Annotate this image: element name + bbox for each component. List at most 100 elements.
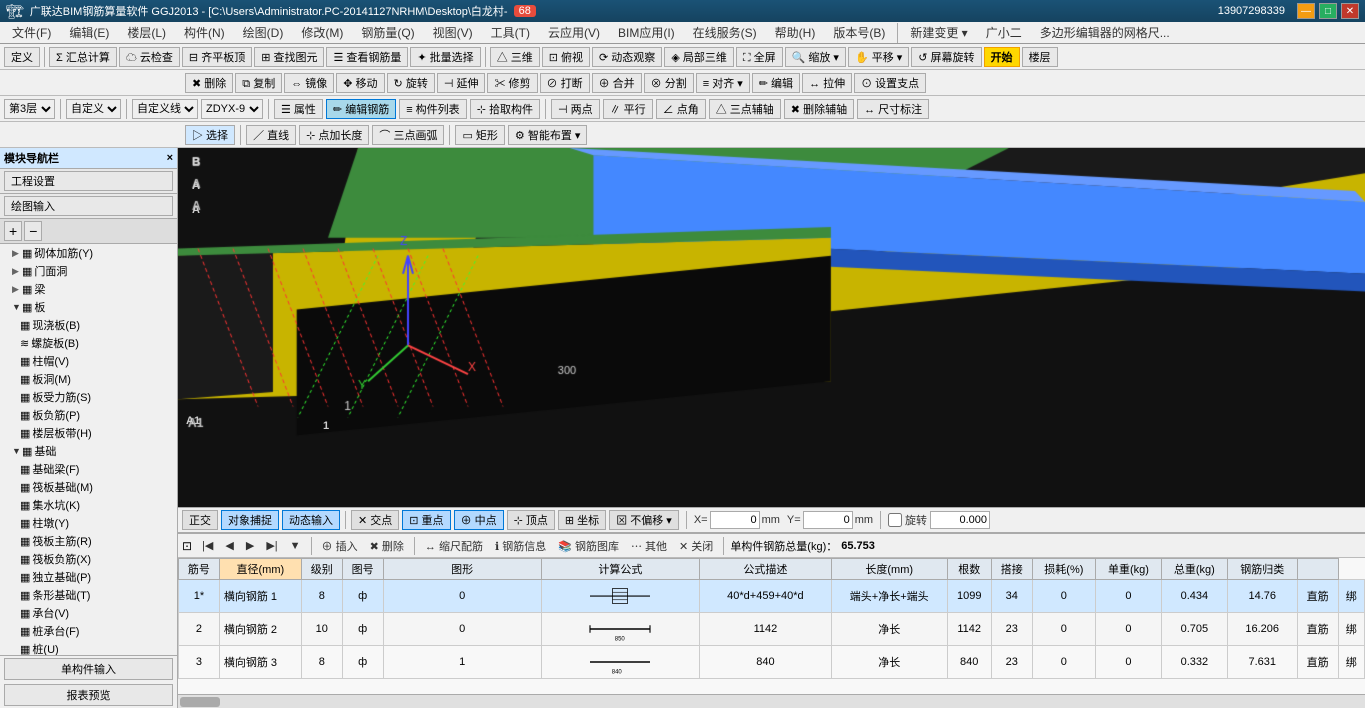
tree-item-column-cap[interactable]: ▦ 柱帽(V)	[16, 352, 177, 370]
tree-item-slab[interactable]: ▼ ▦ 板	[8, 298, 177, 316]
tree-item-raft[interactable]: ▦ 筏板基础(M)	[16, 478, 177, 496]
viewport[interactable]: B A A A1 1	[178, 148, 1365, 507]
tree-item-slab-hole[interactable]: ▦ 板洞(M)	[16, 370, 177, 388]
btn-fullscreen[interactable]: ⛶ 全屏	[736, 47, 783, 67]
menu-bim[interactable]: BIM应用(I)	[610, 22, 683, 43]
btn-nav-down[interactable]: ▼	[286, 539, 305, 553]
btn-flat-top[interactable]: ⊟ 齐平板顶	[182, 47, 252, 67]
menu-guide[interactable]: 广小二	[978, 22, 1030, 43]
snap-btn-no-offset[interactable]: ⊠ 不偏移 ▾	[609, 510, 679, 530]
btn-rebar-info[interactable]: ℹ 钢筋信息	[491, 537, 550, 555]
btn-copy[interactable]: ⧉ 复制	[235, 73, 282, 93]
menu-rebar[interactable]: 钢筋量(Q)	[353, 22, 422, 43]
hscrollbar[interactable]	[178, 694, 1365, 708]
btn-rebar-library[interactable]: 📚 钢筋图库	[554, 537, 623, 555]
sidebar-collapse-btn[interactable]: ×	[167, 152, 173, 164]
btn-define[interactable]: 定义	[4, 47, 40, 67]
code-selector[interactable]: ZDYX-9	[201, 99, 263, 119]
btn-project-settings[interactable]: 工程设置	[4, 171, 173, 191]
btn-cloud-check[interactable]: ☁ 云检查	[119, 47, 180, 67]
btn-close-rebar[interactable]: ✕ 关闭	[675, 537, 717, 555]
line-selector[interactable]: 自定义线	[132, 99, 198, 119]
btn-nav-first[interactable]: |◀	[198, 538, 217, 553]
snap-btn-object[interactable]: 对象捕捉	[221, 510, 279, 530]
tree-item-raft-main[interactable]: ▦ 筏板主筋(R)	[16, 532, 177, 550]
btn-report-preview[interactable]: 报表预览	[4, 684, 173, 706]
tree-item-found-beam[interactable]: ▦ 基础梁(F)	[16, 460, 177, 478]
menu-component[interactable]: 构件(N)	[176, 22, 233, 43]
btn-three-arc[interactable]: ⌒ 三点画弧	[372, 125, 444, 145]
btn-rect[interactable]: ▭ 矩形	[455, 125, 504, 145]
btn-start[interactable]: 开始	[984, 47, 1020, 67]
btn-edit-rebar[interactable]: ✏ 编辑钢筋	[326, 99, 396, 119]
btn-extend[interactable]: ⊣ 延伸	[437, 73, 486, 93]
btn-floor[interactable]: 楼层	[1022, 47, 1058, 67]
btn-batch-select[interactable]: ✦ 批量选择	[410, 47, 480, 67]
btn-nav-next[interactable]: ▶	[242, 538, 258, 553]
btn-scale-rebar[interactable]: ↔ 缩尺配筋	[421, 537, 487, 555]
menu-version[interactable]: 版本号(B)	[825, 22, 893, 43]
menu-grid-editor[interactable]: 多边形编辑器的网格尺...	[1032, 22, 1178, 43]
table-row[interactable]: 1* 横向钢筋 1 8 ф 0	[179, 580, 1365, 613]
snap-btn-center[interactable]: ⊕ 中点	[454, 510, 504, 530]
btn-find-element[interactable]: ⊞ 查找图元	[254, 47, 324, 67]
x-input[interactable]	[710, 511, 760, 529]
menu-draw[interactable]: 绘图(D)	[235, 22, 292, 43]
menu-view[interactable]: 视图(V)	[425, 22, 481, 43]
floor-selector[interactable]: 第3层	[4, 99, 55, 119]
tree-item-strip[interactable]: ▦ 条形基础(T)	[16, 586, 177, 604]
btn-parallel[interactable]: ∥ 平行	[603, 99, 653, 119]
menu-file[interactable]: 文件(F)	[4, 22, 59, 43]
tree-item-masonry[interactable]: ▶ ▦ 砌体加筋(Y)	[8, 244, 177, 262]
tree-item-slab-tension[interactable]: ▦ 板受力筋(S)	[16, 388, 177, 406]
btn-smart-place[interactable]: ⚙ 智能布置 ▾	[508, 125, 588, 145]
rebar-table-wrap[interactable]: 筋号 直径(mm) 级别 图号 图形 计算公式 公式描述 长度(mm) 根数 搭…	[178, 558, 1365, 694]
tree-item-pile[interactable]: ▦ 桩(U)	[16, 640, 177, 655]
btn-align[interactable]: ≡ 对齐 ▾	[696, 73, 750, 93]
snap-btn-vertex[interactable]: ⊹ 顶点	[507, 510, 555, 530]
btn-point-length[interactable]: ⊹ 点加长度	[299, 125, 369, 145]
btn-stretch[interactable]: ↔ 拉伸	[802, 73, 852, 93]
btn-merge[interactable]: ⊕ 合并	[592, 73, 642, 93]
table-row[interactable]: 2 横向钢筋 2 10 ф 0	[179, 613, 1365, 646]
btn-single-component[interactable]: 单构件输入	[4, 658, 173, 680]
btn-local-3d[interactable]: ◈ 局部三维	[664, 47, 734, 67]
menu-cloud[interactable]: 云应用(V)	[540, 22, 608, 43]
btn-line[interactable]: ／ 直线	[246, 125, 296, 145]
tree-item-pit[interactable]: ▦ 集水坑(K)	[16, 496, 177, 514]
menu-edit[interactable]: 编辑(E)	[61, 22, 117, 43]
menu-help[interactable]: 帮助(H)	[767, 22, 824, 43]
btn-add-component[interactable]: +	[4, 221, 22, 241]
btn-edit-prop[interactable]: ✏ 编辑	[752, 73, 800, 93]
tree-item-cast-slab[interactable]: ▦ 现浇板(B)	[16, 316, 177, 334]
y-input[interactable]	[803, 511, 853, 529]
btn-pick-component[interactable]: ⊹ 拾取构件	[470, 99, 540, 119]
btn-properties[interactable]: ☰ 属性	[274, 99, 323, 119]
btn-screen-rotate[interactable]: ↺ 屏幕旋转	[911, 47, 981, 67]
tree-item-slab-neg[interactable]: ▦ 板负筋(P)	[16, 406, 177, 424]
btn-dimension[interactable]: ↔ 尺寸标注	[857, 99, 929, 119]
btn-dynamic-obs[interactable]: ⟳ 动态观察	[592, 47, 662, 67]
btn-select[interactable]: ▷ 选择	[185, 125, 235, 145]
btn-move[interactable]: ✥ 移动	[336, 73, 384, 93]
table-row[interactable]: 3 横向钢筋 3 8 ф 1 840	[179, 646, 1365, 679]
btn-set-pivot[interactable]: ⊙ 设置支点	[854, 73, 926, 93]
btn-mirror[interactable]: ⇔ 镜像	[284, 73, 334, 93]
close-button[interactable]: ✕	[1341, 3, 1359, 19]
btn-delete-aux[interactable]: ✖ 删除辅轴	[784, 99, 854, 119]
maximize-button[interactable]: □	[1319, 3, 1337, 19]
btn-zoom[interactable]: 🔍 缩放 ▾	[785, 47, 846, 67]
component-selector[interactable]: 自定义	[66, 99, 121, 119]
menu-service[interactable]: 在线服务(S)	[685, 22, 765, 43]
tree-item-isolated[interactable]: ▦ 独立基础(P)	[16, 568, 177, 586]
btn-insert-rebar[interactable]: ⊕ 插入	[318, 537, 362, 555]
tree-item-pile-cap2[interactable]: ▦ 桩承台(F)	[16, 622, 177, 640]
menu-modify[interactable]: 修改(M)	[293, 22, 351, 43]
btn-component-list[interactable]: ≡ 构件列表	[399, 99, 466, 119]
btn-nav-prev[interactable]: ◀	[221, 538, 237, 553]
hscroll-thumb[interactable]	[180, 697, 220, 707]
minimize-button[interactable]: —	[1297, 3, 1315, 19]
menu-new-change[interactable]: 新建变更 ▾	[902, 22, 975, 43]
tree-item-column-pier[interactable]: ▦ 柱墩(Y)	[16, 514, 177, 532]
rotate-input[interactable]	[930, 511, 990, 529]
